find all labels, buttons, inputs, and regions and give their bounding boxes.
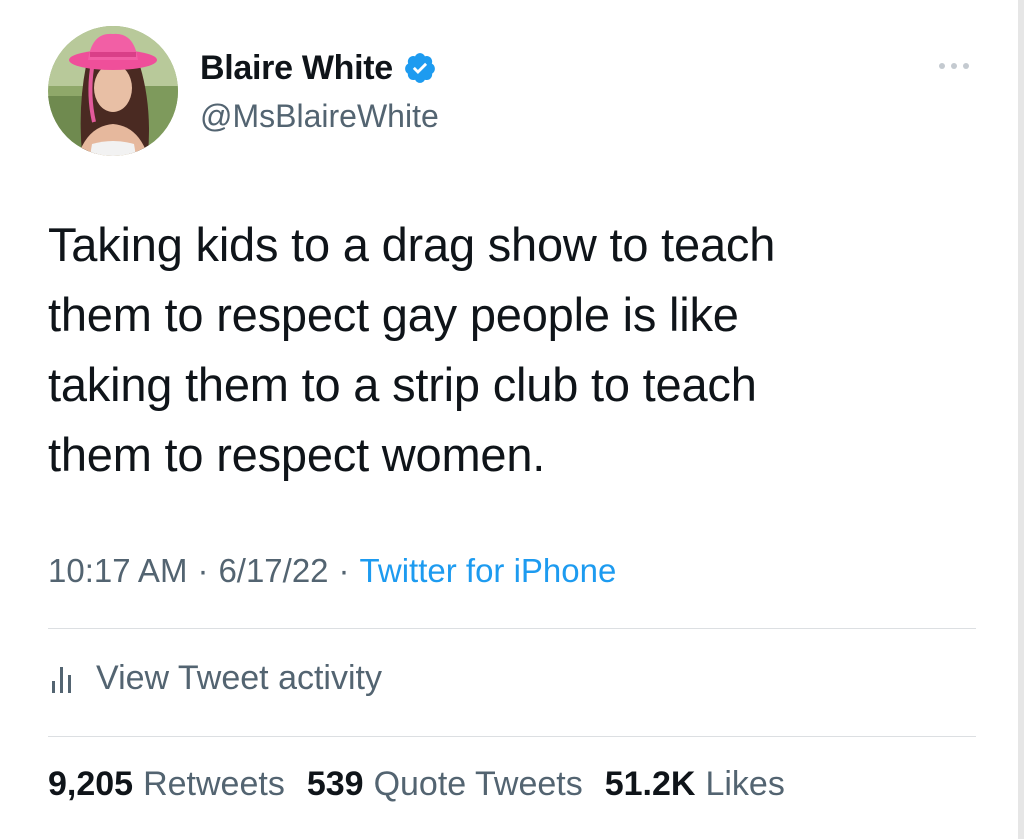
divider xyxy=(48,736,976,737)
view-tweet-activity-label: View Tweet activity xyxy=(96,658,382,697)
tweet-time[interactable]: 10:17 AM xyxy=(48,552,187,589)
quote-tweets-label: Quote Tweets xyxy=(373,765,583,803)
tweet-date[interactable]: 6/17/22 xyxy=(218,552,328,589)
tweet-header: Blaire White @MsBlaireWhite xyxy=(48,26,978,158)
quote-tweets-count: 539 xyxy=(306,765,364,803)
more-options-icon[interactable] xyxy=(936,56,972,76)
user-info: Blaire White @MsBlaireWhite xyxy=(200,46,439,135)
tweet-detail-page: Blaire White @MsBlaireWhite Taking kids … xyxy=(0,0,1024,839)
tweet-text: Taking kids to a drag show to teach them… xyxy=(48,218,776,481)
retweets-stat[interactable]: 9,205 Retweets xyxy=(48,765,285,804)
retweets-count: 9,205 xyxy=(48,765,134,803)
verified-badge-icon xyxy=(403,51,437,85)
tweet-stats: 9,205 Retweets 539 Quote Tweets 51.2K Likes xyxy=(48,765,807,804)
retweets-label: Retweets xyxy=(143,765,285,803)
quote-tweets-stat[interactable]: 539 Quote Tweets xyxy=(307,765,583,804)
avatar-photo xyxy=(48,26,178,156)
meta-separator: · xyxy=(338,552,350,589)
display-name-row: Blaire White xyxy=(200,46,439,90)
scrollbar-edge xyxy=(1018,0,1024,839)
avatar[interactable] xyxy=(48,26,178,156)
likes-label: Likes xyxy=(705,765,785,803)
likes-count: 51.2K xyxy=(604,765,696,803)
likes-stat[interactable]: 51.2K Likes xyxy=(605,765,785,804)
user-handle[interactable]: @MsBlaireWhite xyxy=(200,98,439,135)
meta-separator: · xyxy=(197,552,209,589)
display-name[interactable]: Blaire White xyxy=(200,49,393,88)
bar-chart-icon xyxy=(48,661,78,695)
tweet-metadata: 10:17 AM · 6/17/22 · Twitter for iPhone xyxy=(48,552,616,590)
tweet-source-link[interactable]: Twitter for iPhone xyxy=(360,552,617,589)
divider xyxy=(48,628,976,629)
view-tweet-activity-button[interactable]: View Tweet activity xyxy=(48,656,382,700)
